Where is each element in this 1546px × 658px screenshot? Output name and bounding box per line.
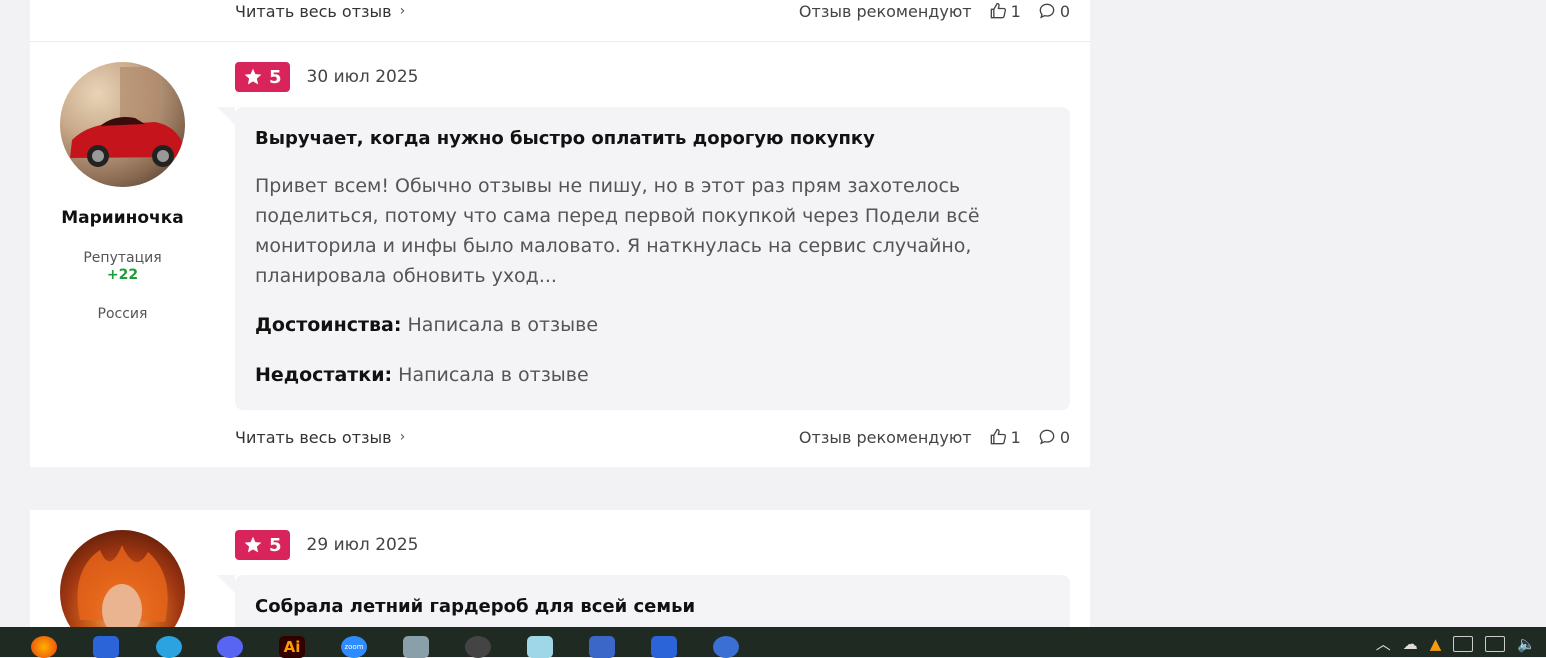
maxthon-icon[interactable] — [93, 636, 119, 658]
like-button[interactable]: 1 — [988, 1, 1021, 21]
app-icon[interactable] — [465, 636, 491, 658]
rating-row: 5 29 июл 2025 — [235, 530, 418, 560]
star-icon — [244, 68, 262, 85]
star-icon — [244, 536, 262, 553]
cloud-icon[interactable]: ☁ — [1403, 635, 1418, 653]
user-country: Россия — [97, 306, 148, 322]
next-review-card: 5 29 июл 2025 Собрала летний гардероб дл… — [30, 510, 1090, 627]
rating-row: 5 30 июл 2025 — [235, 62, 418, 92]
comments-button[interactable]: 0 — [1037, 427, 1070, 447]
review-pros: Достоинства: Написала в отзыве — [255, 314, 599, 336]
files-icon[interactable] — [527, 636, 553, 658]
user-name[interactable]: Марииночка — [30, 208, 215, 228]
comment-icon — [1039, 429, 1055, 445]
maxthon-icon[interactable] — [651, 636, 677, 658]
firefox-icon[interactable] — [31, 636, 57, 658]
comments-button[interactable]: 0 — [1037, 1, 1070, 21]
rating-badge: 5 — [235, 62, 290, 92]
system-tray: ︿ ☁ ▲ 🔈 — [1376, 633, 1536, 654]
app-tray-icon[interactable]: ▲ — [1430, 635, 1442, 653]
review-bubble: Выручает, когда нужно быстро оплатить до… — [217, 107, 1070, 410]
like-button[interactable]: 1 — [988, 427, 1021, 447]
chevron-up-icon[interactable]: ︿ — [1376, 633, 1391, 654]
fire-portrait-icon — [77, 545, 168, 627]
battery-icon[interactable] — [1453, 635, 1474, 652]
zoom-icon[interactable]: zoom — [341, 636, 367, 658]
comment-icon — [1039, 3, 1055, 19]
screen-icon[interactable] — [713, 636, 739, 658]
calculator-icon[interactable] — [403, 636, 429, 658]
review-bubble: Собрала летний гардероб для всей семьи — [217, 575, 1070, 627]
recommend-label: Отзыв рекомендуют — [798, 1, 972, 21]
review-cons: Недостатки: Написала в отзыве — [255, 364, 589, 386]
read-full-review-link[interactable]: Читать весь отзыв › — [235, 428, 405, 447]
car-photo-icon — [70, 67, 182, 167]
review-date: 29 июл 2025 — [306, 535, 419, 555]
taskbar: Ai zoom ︿ ☁ ▲ 🔈 — [0, 627, 1546, 658]
thumbs-up-icon — [990, 2, 1006, 19]
volume-icon[interactable]: 🔈 — [1517, 635, 1536, 653]
chevron-right-icon: › — [399, 3, 406, 19]
review-date: 30 июл 2025 — [306, 67, 419, 87]
review-title[interactable]: Выручает, когда нужно быстро оплатить до… — [255, 128, 875, 149]
network-icon[interactable] — [589, 636, 615, 658]
reputation-label: Репутация — [83, 250, 162, 266]
illustrator-icon[interactable]: Ai — [279, 636, 305, 658]
read-full-review-link[interactable]: Читать весь отзыв › — [235, 2, 405, 21]
review-footer: Читать весь отзыв › Отзыв рекомендуют 1 … — [235, 426, 1070, 448]
telegram-icon[interactable] — [156, 636, 182, 658]
user-avatar[interactable] — [60, 62, 185, 187]
previous-review-card: Читать весь отзыв › Отзыв рекомендуют 1 … — [30, 0, 1090, 42]
review-text: Привет всем! Обычно отзывы не пишу, но в… — [255, 175, 980, 287]
thumbs-up-icon — [990, 428, 1006, 445]
reputation-value: +22 — [106, 267, 139, 283]
chevron-right-icon: › — [399, 429, 406, 445]
discord-icon[interactable] — [217, 636, 243, 658]
network-tray-icon[interactable] — [1485, 635, 1506, 652]
recommend-label: Отзыв рекомендуют — [798, 427, 972, 447]
review-footer: Читать весь отзыв › Отзыв рекомендуют 1 … — [235, 0, 1070, 22]
review-title[interactable]: Собрала летний гардероб для всей семьи — [255, 596, 695, 617]
review-card: Марииночка Репутация +22 Россия 5 30 июл… — [30, 42, 1090, 467]
user-avatar[interactable] — [60, 530, 185, 627]
rating-badge: 5 — [235, 530, 290, 560]
